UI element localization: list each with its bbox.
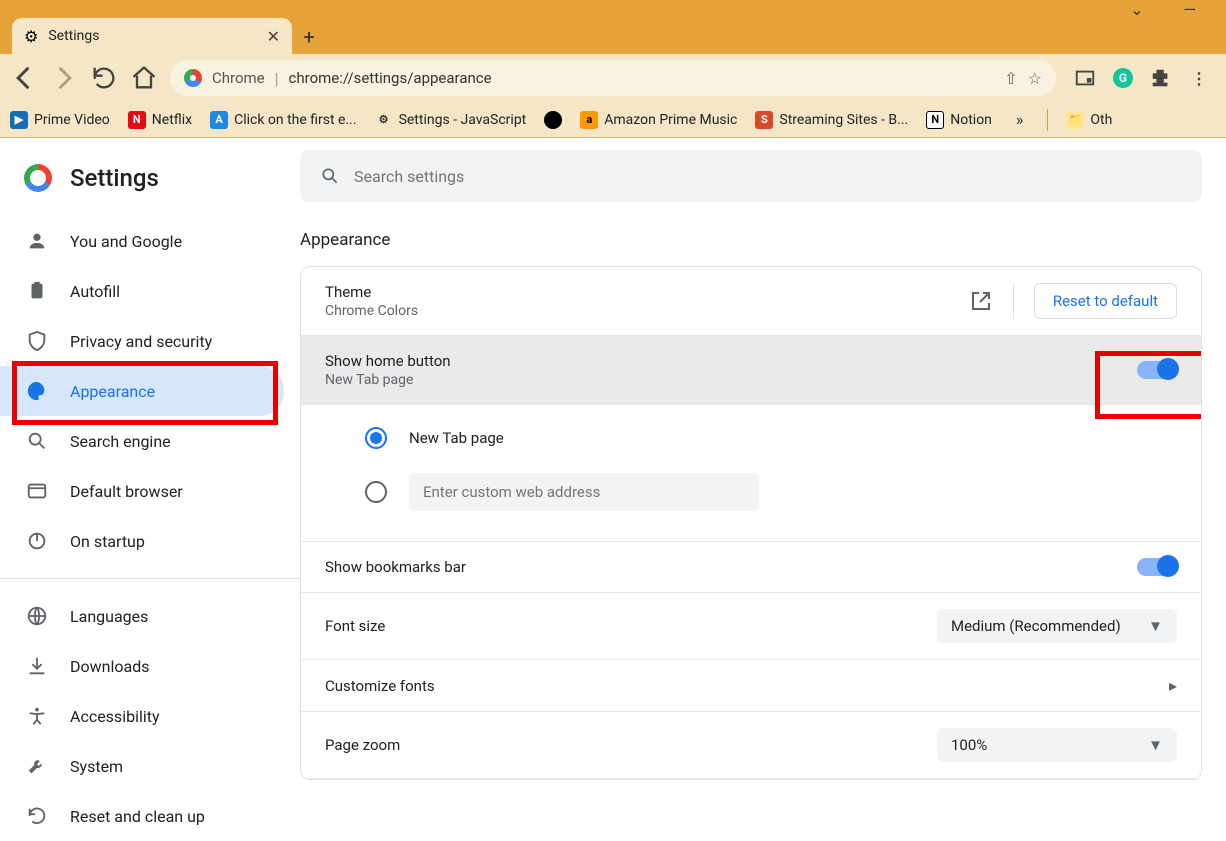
radio-new-tab-page[interactable]: New Tab page bbox=[365, 415, 1177, 461]
chevron-right-icon: ▸ bbox=[1169, 676, 1177, 695]
new-tab-button[interactable]: + bbox=[292, 20, 326, 54]
browser-chrome: ⌄ — ⚙ Settings ✕ + Chrome | chrome://set… bbox=[0, 0, 1226, 138]
reset-to-default-button[interactable]: Reset to default bbox=[1034, 283, 1177, 319]
bookmark-settings-js[interactable]: ⚙Settings - JavaScript bbox=[375, 111, 527, 129]
row-customize-fonts[interactable]: Customize fonts ▸ bbox=[301, 660, 1201, 712]
search-settings[interactable] bbox=[300, 150, 1202, 202]
restore-icon bbox=[26, 805, 48, 827]
bookmark-prime-video[interactable]: ▶Prime Video bbox=[10, 111, 110, 129]
sidebar-item-languages[interactable]: Languages bbox=[0, 591, 284, 641]
palette-icon bbox=[26, 380, 48, 402]
star-icon[interactable]: ☆ bbox=[1028, 69, 1042, 88]
globe-icon bbox=[26, 605, 48, 627]
sidebar-item-appearance[interactable]: Appearance bbox=[0, 366, 284, 416]
sidebar-item-accessibility[interactable]: Accessibility bbox=[0, 691, 284, 741]
wrench-icon bbox=[26, 755, 48, 777]
bookmark-amazon-music[interactable]: aAmazon Prime Music bbox=[580, 111, 737, 129]
window-titlebar: ⌄ — bbox=[0, 0, 1226, 18]
menu-icon[interactable]: ⋮ bbox=[1188, 67, 1210, 89]
bookmark-streaming-sites[interactable]: SStreaming Sites - B... bbox=[755, 111, 908, 129]
power-icon bbox=[26, 530, 48, 552]
bookmarks-bar: ▶Prime Video NNetflix AClick on the firs… bbox=[0, 102, 1226, 138]
gear-icon: ⚙ bbox=[24, 27, 38, 46]
window-dropdown-icon[interactable]: ⌄ bbox=[1130, 0, 1143, 19]
address-bar[interactable]: Chrome | chrome://settings/appearance ⇧ … bbox=[170, 60, 1056, 96]
row-theme[interactable]: Theme Chrome Colors Reset to default bbox=[301, 267, 1201, 336]
sidebar: Settings You and Google Autofill Privacy… bbox=[0, 138, 300, 832]
accessibility-icon bbox=[26, 705, 48, 727]
sidebar-item-reset-cleanup[interactable]: Reset and clean up bbox=[0, 791, 284, 841]
search-icon bbox=[26, 430, 48, 452]
section-title: Appearance bbox=[300, 230, 1202, 250]
bookmark-notion[interactable]: NNotion bbox=[926, 111, 992, 129]
share-icon[interactable]: ⇧ bbox=[1004, 69, 1017, 88]
shield-icon bbox=[26, 330, 48, 352]
browser-tab-settings[interactable]: ⚙ Settings ✕ bbox=[12, 18, 292, 54]
browser-icon bbox=[26, 480, 48, 502]
bookmark-other[interactable]: 📁Oth bbox=[1066, 111, 1112, 129]
sidebar-item-search-engine[interactable]: Search engine bbox=[0, 416, 284, 466]
font-size-dropdown[interactable]: Medium (Recommended) ▼ bbox=[937, 609, 1177, 643]
url-scheme-label: Chrome bbox=[212, 69, 265, 87]
sidebar-item-system[interactable]: System bbox=[0, 741, 284, 791]
theme-title: Theme bbox=[325, 283, 969, 301]
extensions-icon[interactable] bbox=[1150, 67, 1172, 89]
row-show-home-button: Show home button New Tab page bbox=[301, 336, 1201, 405]
row-font-size: Font size Medium (Recommended) ▼ bbox=[301, 593, 1201, 660]
sidebar-item-privacy[interactable]: Privacy and security bbox=[0, 316, 284, 366]
chevron-down-icon: ▼ bbox=[1148, 736, 1163, 754]
bookmark-click-first[interactable]: AClick on the first e... bbox=[210, 111, 356, 129]
reload-button[interactable] bbox=[90, 64, 118, 92]
radio-icon[interactable] bbox=[365, 427, 387, 449]
window-minimize-icon[interactable]: — bbox=[1184, 0, 1197, 19]
row-show-bookmarks-bar: Show bookmarks bar bbox=[301, 542, 1201, 593]
extension-grammarly-icon[interactable]: G bbox=[1112, 67, 1134, 89]
show-bookmarks-bar-toggle[interactable] bbox=[1137, 558, 1177, 576]
toolbar: Chrome | chrome://settings/appearance ⇧ … bbox=[0, 54, 1226, 102]
custom-address-input[interactable] bbox=[409, 473, 759, 511]
chrome-logo-icon bbox=[24, 164, 52, 192]
search-input[interactable] bbox=[354, 167, 1182, 186]
cast-icon[interactable] bbox=[1074, 67, 1096, 89]
settings-page: Settings You and Google Autofill Privacy… bbox=[0, 138, 1226, 832]
nav-primary: You and Google Autofill Privacy and secu… bbox=[0, 216, 300, 566]
sidebar-item-on-startup[interactable]: On startup bbox=[0, 516, 284, 566]
home-button-subtitle: New Tab page bbox=[325, 372, 1137, 388]
back-button[interactable] bbox=[10, 64, 38, 92]
tab-title: Settings bbox=[48, 28, 256, 44]
sidebar-item-default-browser[interactable]: Default browser bbox=[0, 466, 284, 516]
chevron-down-icon: ▼ bbox=[1148, 617, 1163, 635]
brand: Settings bbox=[0, 156, 300, 216]
open-external-icon[interactable] bbox=[969, 289, 993, 313]
tab-strip: ⚙ Settings ✕ + bbox=[0, 18, 1226, 54]
show-home-button-toggle[interactable] bbox=[1137, 361, 1177, 379]
bookmarks-overflow-icon[interactable]: » bbox=[1010, 110, 1030, 129]
close-icon[interactable]: ✕ bbox=[267, 27, 280, 46]
row-page-zoom: Page zoom 100% ▼ bbox=[301, 712, 1201, 779]
bookmark-netflix[interactable]: NNetflix bbox=[128, 111, 192, 129]
nav-advanced: Languages Downloads Accessibility System… bbox=[0, 591, 300, 841]
home-button-options: New Tab page bbox=[301, 405, 1201, 542]
home-button[interactable] bbox=[130, 64, 158, 92]
search-icon bbox=[320, 166, 340, 186]
page-zoom-dropdown[interactable]: 100% ▼ bbox=[937, 728, 1177, 762]
bookmark-unknown[interactable] bbox=[544, 111, 562, 129]
clipboard-icon bbox=[26, 280, 48, 302]
radio-custom-address[interactable] bbox=[365, 461, 1177, 523]
theme-subtitle: Chrome Colors bbox=[325, 303, 969, 319]
home-button-title: Show home button bbox=[325, 352, 1137, 370]
brand-title: Settings bbox=[70, 164, 159, 192]
forward-button[interactable] bbox=[50, 64, 78, 92]
sidebar-item-downloads[interactable]: Downloads bbox=[0, 641, 284, 691]
person-icon bbox=[26, 230, 48, 252]
chrome-icon bbox=[184, 69, 202, 87]
sidebar-item-you-and-google[interactable]: You and Google bbox=[0, 216, 284, 266]
main-content: Appearance Theme Chrome Colors Reset to … bbox=[300, 138, 1226, 832]
appearance-card: Theme Chrome Colors Reset to default Sho… bbox=[300, 266, 1202, 780]
radio-icon[interactable] bbox=[365, 481, 387, 503]
url-text: chrome://settings/appearance bbox=[289, 69, 492, 87]
download-icon bbox=[26, 655, 48, 677]
sidebar-item-autofill[interactable]: Autofill bbox=[0, 266, 284, 316]
